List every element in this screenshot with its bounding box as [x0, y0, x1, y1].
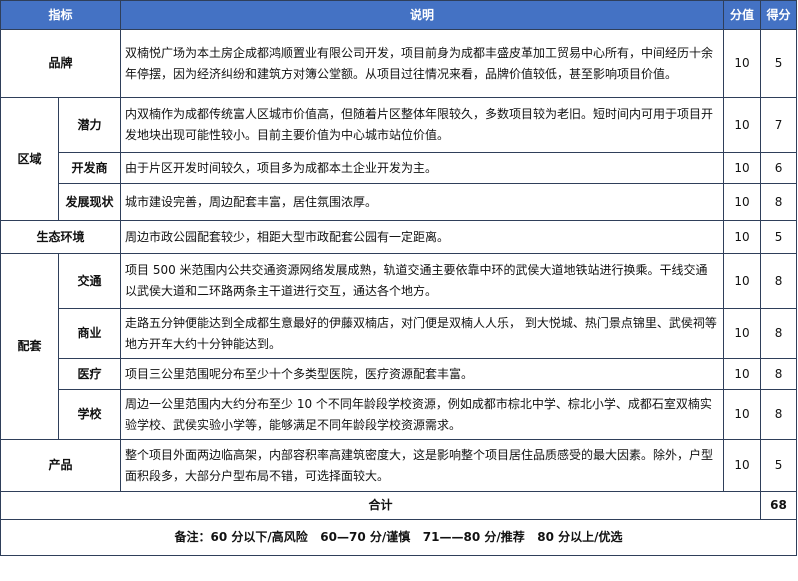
row-support-medical: 医疗 项目三公里范围呢分布至少十个多类型医院，医疗资源配套丰富。 10 8 — [1, 358, 798, 390]
row-eco: 生态环境 周边市政公园配套较少，相距大型市政配套公园有一定距离。 10 5 — [0, 220, 798, 254]
score-commerce: 8 — [760, 308, 798, 359]
header-description: 说明 — [120, 0, 725, 30]
desc-eco: 周边市政公园配套较少，相距大型市政配套公园有一定距离。 — [120, 220, 725, 254]
value-traffic: 10 — [723, 253, 762, 309]
header-row: 指标 说明 分值 得分 — [0, 0, 798, 30]
total-label: 合计 — [0, 491, 762, 520]
desc-traffic: 项目 500 米范围内公共交通资源网络发展成熟，轨道交通主要依靠中环的武侯大道地… — [120, 253, 725, 309]
value-commerce: 10 — [723, 308, 762, 359]
value-developer: 10 — [723, 152, 762, 184]
evaluation-table: 指标 说明 分值 得分 品牌 双楠悦广场为本土房企成都鸿顺置业有限公司开发，项目… — [0, 0, 798, 556]
score-status: 8 — [760, 183, 798, 221]
label-traffic: 交通 — [57, 253, 122, 309]
label-potential: 潜力 — [57, 97, 122, 153]
value-medical: 10 — [723, 358, 762, 390]
desc-commerce: 走路五分钟便能达到全成都生意最好的伊藤双楠店，对门便是双楠人人乐， 到大悦城、热… — [120, 308, 725, 359]
desc-brand: 双楠悦广场为本土房企成都鸿顺置业有限公司开发，项目前身为成都丰盛皮革加工贸易中心… — [120, 29, 725, 98]
label-support: 配套 — [0, 253, 59, 440]
desc-product: 整个项目外面两边临高架，内部容积率高建筑密度大，这是影响整个项目居住品质感受的最… — [120, 439, 725, 492]
row-region-potential: 区域 潜力 内双楠作为成都传统富人区城市价值高，但随着片区整体年限较久，多数项目… — [0, 97, 798, 221]
label-eco: 生态环境 — [0, 220, 122, 254]
row-support-commerce: 商业 走路五分钟便能达到全成都生意最好的伊藤双楠店，对门便是双楠人人乐， 到大悦… — [1, 308, 798, 359]
score-potential: 7 — [760, 97, 798, 153]
row-region-status: 发展现状 城市建设完善，周边配套丰富，居住氛围浓厚。 10 8 — [1, 183, 798, 221]
row-region-developer: 开发商 由于片区开发时间较久，项目多为成都本土企业开发为主。 10 6 — [1, 152, 798, 184]
label-region: 区域 — [0, 97, 59, 221]
row-support-school: 学校 周边一公里范围内大约分布至少 10 个不同年龄段学校资源，例如成都市棕北中… — [1, 389, 798, 440]
row-note: 备注：60 分以下/高风险 60—70 分/谨慎 71——80 分/推荐 80 … — [0, 519, 798, 556]
row-product: 产品 整个项目外面两边临高架，内部容积率高建筑密度大，这是影响整个项目居住品质感… — [0, 439, 798, 492]
value-eco: 10 — [723, 220, 762, 254]
desc-potential: 内双楠作为成都传统富人区城市价值高，但随着片区整体年限较久，多数项目较为老旧。短… — [120, 97, 725, 153]
note-text: 备注：60 分以下/高风险 60—70 分/谨慎 71——80 分/推荐 80 … — [0, 519, 798, 556]
row-total: 合计 68 — [0, 491, 798, 520]
value-potential: 10 — [723, 97, 762, 153]
label-brand: 品牌 — [0, 29, 122, 98]
label-status: 发展现状 — [57, 183, 122, 221]
value-brand: 10 — [723, 29, 762, 98]
label-medical: 医疗 — [57, 358, 122, 390]
desc-status: 城市建设完善，周边配套丰富，居住氛围浓厚。 — [120, 183, 725, 221]
value-status: 10 — [723, 183, 762, 221]
score-brand: 5 — [760, 29, 798, 98]
label-commerce: 商业 — [57, 308, 122, 359]
score-medical: 8 — [760, 358, 798, 390]
score-school: 8 — [760, 389, 798, 440]
desc-developer: 由于片区开发时间较久，项目多为成都本土企业开发为主。 — [120, 152, 725, 184]
value-school: 10 — [723, 389, 762, 440]
score-product: 5 — [760, 439, 798, 492]
label-developer: 开发商 — [57, 152, 122, 184]
row-brand: 品牌 双楠悦广场为本土房企成都鸿顺置业有限公司开发，项目前身为成都丰盛皮革加工贸… — [0, 29, 798, 98]
score-traffic: 8 — [760, 253, 798, 309]
label-school: 学校 — [57, 389, 122, 440]
desc-school: 周边一公里范围内大约分布至少 10 个不同年龄段学校资源，例如成都市棕北中学、棕… — [120, 389, 725, 440]
score-developer: 6 — [760, 152, 798, 184]
label-product: 产品 — [0, 439, 122, 492]
header-score-value: 分值 — [723, 0, 762, 30]
header-indicator: 指标 — [0, 0, 122, 30]
value-product: 10 — [723, 439, 762, 492]
header-score-get: 得分 — [760, 0, 798, 30]
row-support-traffic: 配套 交通 项目 500 米范围内公共交通资源网络发展成熟，轨道交通主要依靠中环… — [0, 253, 798, 440]
total-score: 68 — [760, 491, 798, 520]
desc-medical: 项目三公里范围呢分布至少十个多类型医院，医疗资源配套丰富。 — [120, 358, 725, 390]
score-eco: 5 — [760, 220, 798, 254]
